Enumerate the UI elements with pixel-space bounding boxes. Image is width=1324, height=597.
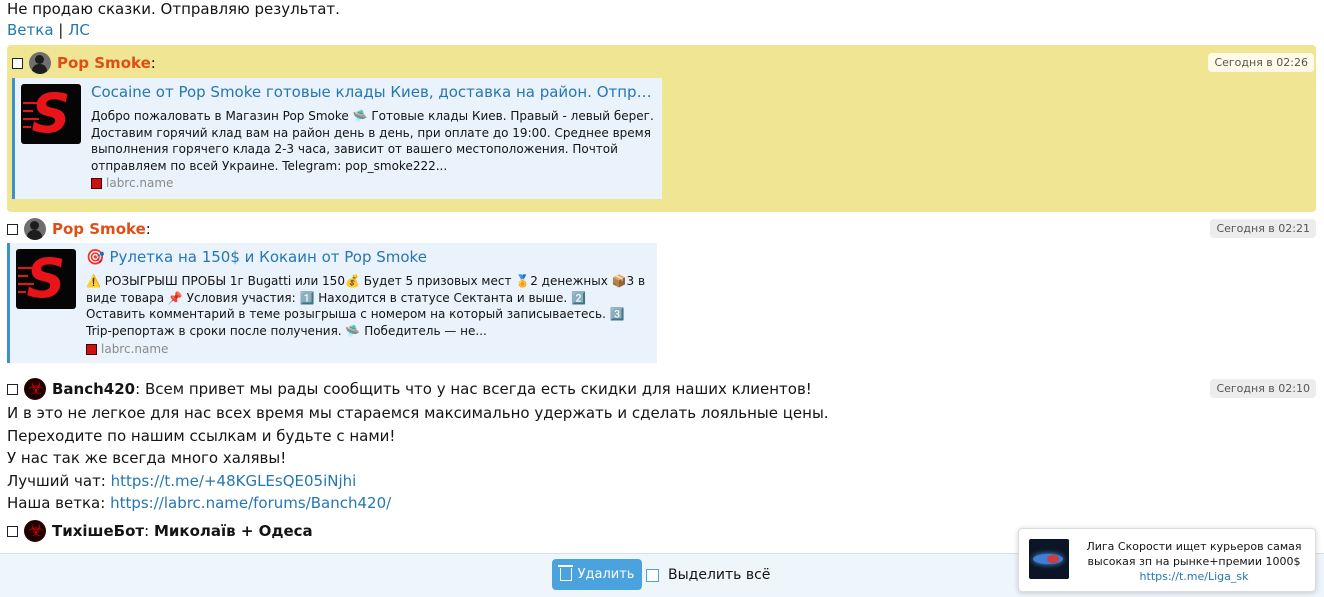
telegram-chat-link[interactable]: https://t.me/+48KGLEsQE05iNjhi [111, 472, 357, 490]
preview-thumbnail: S [16, 249, 76, 309]
pm-link[interactable]: ЛС [68, 21, 90, 39]
favicon-icon [86, 343, 97, 355]
biohazard-avatar-icon[interactable] [24, 378, 46, 400]
username-colon: : [135, 380, 141, 398]
branch-line: Наша ветка: https://labrc.name/forums/Ba… [7, 494, 391, 512]
message-header: Banch420: Всем привет мы рады сообщить ч… [7, 378, 812, 400]
username[interactable]: Pop Smoke [57, 54, 151, 72]
preview-site: labrc.name [91, 176, 173, 190]
preview-title[interactable]: Cocaine от Pop Smoke готовые клады Киев,… [91, 83, 654, 101]
delete-label: Удалить [577, 567, 635, 582]
chat-line: Лучший чат: https://t.me/+48KGLEsQE05iNj… [7, 472, 356, 490]
logo-s-icon: S [31, 84, 71, 144]
link-preview-card[interactable]: S Cocaine от Pop Smoke готовые клады Кие… [12, 78, 662, 199]
trash-icon [557, 565, 573, 581]
message-header: ТихішеБот: Миколаїв + Одеса [7, 520, 313, 542]
message-checkbox[interactable] [7, 525, 18, 537]
preview-thumbnail: S [21, 84, 81, 144]
message-timestamp[interactable]: Сегодня в 02:26 [1208, 53, 1314, 72]
username-colon: : [150, 54, 156, 72]
delete-button[interactable]: Удалить [552, 559, 642, 590]
select-all-checkbox[interactable] [646, 568, 659, 582]
preview-title[interactable]: 🎯 Рулетка на 150$ и Кокаин от Pop Smoke [86, 248, 649, 266]
username-colon: : [144, 522, 150, 540]
message-text: И в это не легкое для нас всех время мы … [7, 404, 829, 422]
preview-site-name: labrc.name [106, 176, 174, 190]
link-preview-card[interactable]: S 🎯 Рулетка на 150$ и Кокаин от Pop Smok… [7, 243, 657, 363]
forum-branch-link[interactable]: https://labrc.name/forums/Banch420/ [110, 494, 391, 512]
preview-site: labrc.name [86, 342, 168, 356]
avatar[interactable] [24, 218, 46, 240]
message-checkbox[interactable] [7, 383, 18, 395]
previous-message-text: Не продаю сказки. Отправляю результат. [7, 0, 340, 18]
ad-telegram-link[interactable]: https://t.me/Liga_sk [1079, 570, 1309, 583]
message-text: Всем привет мы рады сообщить что у нас в… [144, 380, 812, 398]
username-colon: : [145, 220, 151, 238]
previous-message-links: Ветка | ЛС [7, 21, 90, 39]
message-timestamp[interactable]: Сегодня в 02:10 [1210, 379, 1316, 398]
message-text: У нас так же всегда много халявы! [7, 449, 287, 467]
preview-description: ⚠️ РОЗЫГРЫШ ПРОБЫ 1г Bugatti или 150💰 Бу… [86, 274, 646, 338]
username[interactable]: Pop Smoke [52, 220, 146, 238]
ad-text: Лига Скорости ищет курьеров самая высока… [1086, 540, 1302, 568]
preview-site-name: labrc.name [101, 342, 169, 356]
favicon-icon [91, 177, 102, 189]
message-text: Переходите по нашим ссылкам и будьте с н… [7, 427, 396, 445]
branch-link[interactable]: Ветка [7, 21, 54, 39]
link-separator: | [58, 21, 64, 39]
message-text: Миколаїв + Одеса [153, 522, 313, 540]
message-checkbox[interactable] [12, 57, 23, 69]
avatar[interactable] [29, 52, 51, 74]
ad-image [1029, 539, 1069, 579]
select-all-toggle[interactable]: Выделить всё [646, 567, 770, 583]
message-header: Pop Smoke: [7, 218, 151, 240]
chat-label: Лучший чат: [7, 472, 106, 490]
select-all-label: Выделить всё [668, 567, 771, 583]
message-checkbox[interactable] [7, 223, 18, 235]
message-header: Pop Smoke: [12, 52, 156, 74]
biohazard-avatar-icon[interactable] [24, 520, 46, 542]
logo-s-icon: S [26, 249, 66, 309]
branch-label: Наша ветка: [7, 494, 106, 512]
preview-description: Добро пожаловать в Магазин Pop Smoke 🛸 Г… [91, 109, 654, 173]
username[interactable]: ТихішеБот [52, 522, 144, 540]
username[interactable]: Banch420 [52, 380, 135, 398]
ad-toast[interactable]: Лига Скорости ищет курьеров самая высока… [1018, 528, 1316, 592]
message-timestamp[interactable]: Сегодня в 02:21 [1210, 219, 1316, 238]
